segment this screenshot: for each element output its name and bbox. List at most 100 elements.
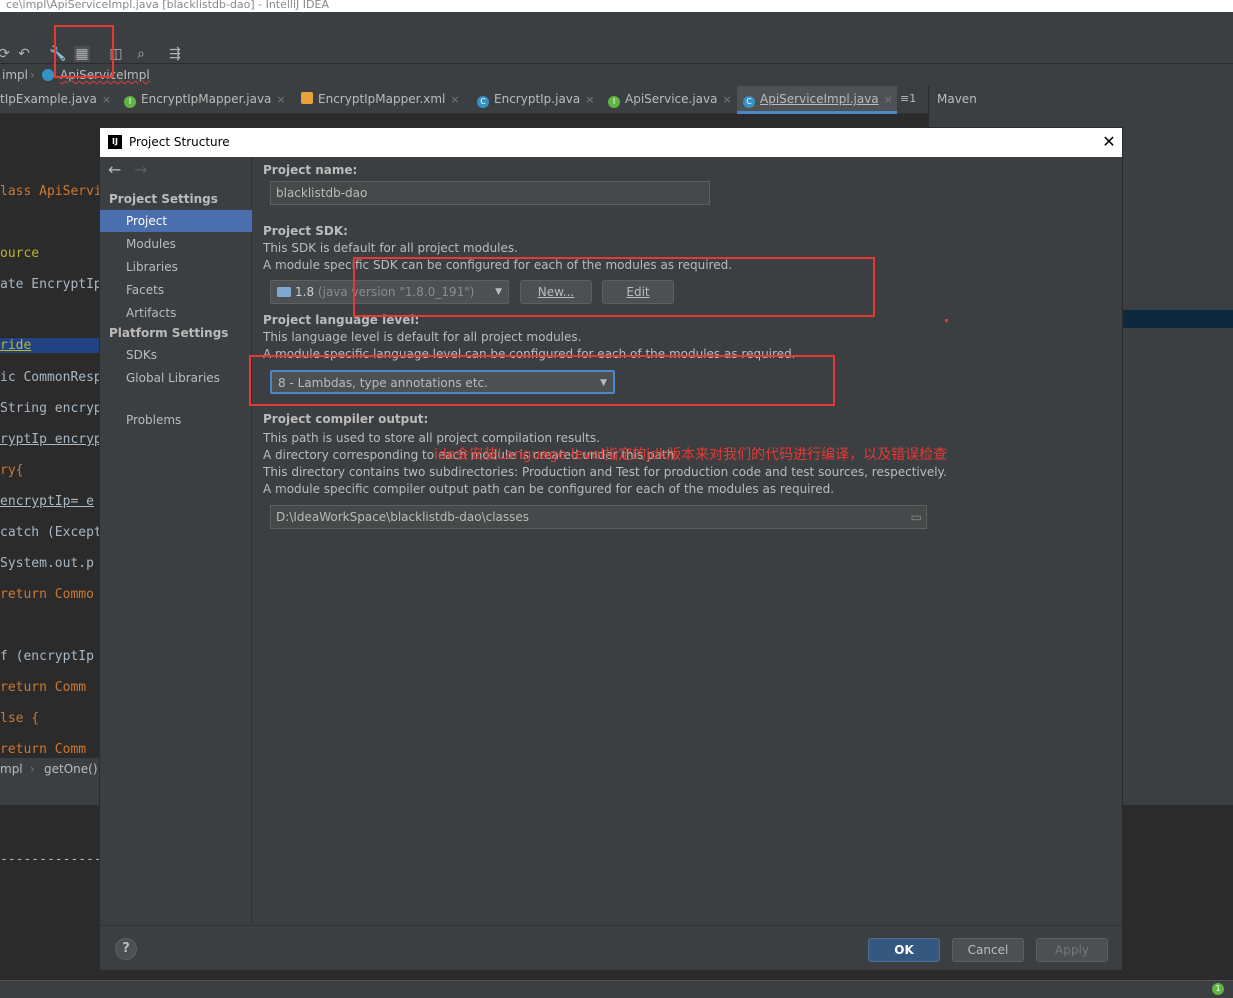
language-level-description-1: This language level is default for all p… <box>263 330 582 344</box>
dialog-content: Project name: blacklistdb-dao Project SD… <box>249 157 1122 925</box>
chevron-right-icon: › <box>30 68 35 82</box>
platform-settings-header: Platform Settings <box>109 326 229 340</box>
ok-button[interactable]: OK <box>868 938 940 962</box>
tab-encryptipmapper-xml[interactable]: EncryptIpMapper.xml × <box>301 86 467 114</box>
code-line: catch (Except <box>0 525 99 540</box>
project-structure-dialog: IJ Project Structure ✕ ← → Project Setti… <box>99 127 1123 971</box>
tab-encryptip-java[interactable]: C EncryptIp.java × <box>477 86 602 114</box>
sync-icon[interactable]: ⟳ <box>0 46 12 62</box>
code-line-highlighted: ride <box>0 338 99 353</box>
code-editor[interactable]: lass ApiServi ource ate EncryptIp ride i… <box>0 114 99 758</box>
code-line: return Comm <box>0 680 87 695</box>
tab-label: EncryptIpMapper.xml <box>318 92 446 106</box>
compiler-output-field[interactable]: D:\IdeaWorkSpace\blacklistdb-dao\classes… <box>270 505 927 529</box>
editor-tabs: tIpExample.java × I EncryptIpMapper.java × … <box>0 86 928 114</box>
sdk-version: 1.8 <box>295 285 315 299</box>
interface-icon: I <box>124 96 136 108</box>
tab-apiserviceimpl-java[interactable]: C ApiServiceImpl.java × <box>737 86 897 114</box>
compiler-output-path: D:\IdeaWorkSpace\blacklistdb-dao\classes <box>276 510 530 524</box>
code-line: ic CommonResp <box>0 370 99 385</box>
compiler-output-label: Project compiler output: <box>263 412 429 426</box>
navigation-breadcrumb: impl › ApiServiceImpl <box>0 64 1233 86</box>
close-icon[interactable]: × <box>884 93 893 106</box>
code-line: ry{ <box>0 463 24 478</box>
tab-label: ApiServiceImpl.java <box>760 92 879 106</box>
sidebar-item-libraries[interactable]: Libraries <box>100 256 252 278</box>
xml-icon <box>301 92 313 104</box>
close-icon[interactable]: × <box>102 93 111 106</box>
annotation-language-box <box>249 355 835 406</box>
annotation-dot <box>945 319 948 322</box>
code-crumb-class[interactable]: mpl <box>0 758 23 780</box>
compiler-description-4: A module specific compiler output path c… <box>263 482 835 496</box>
sidebar-item-global-libraries[interactable]: Global Libraries <box>100 367 252 389</box>
sidebar-item-sdks[interactable]: SDKs <box>100 344 252 366</box>
sidebar-item-project[interactable]: Project <box>100 210 252 232</box>
code-line: ate EncryptIp <box>0 277 99 292</box>
code-line: System.out.p <box>0 556 94 571</box>
code-line: ource <box>0 246 40 261</box>
undo-icon[interactable]: ↶ <box>16 46 32 62</box>
help-button[interactable]: ? <box>115 938 137 960</box>
code-line: ryptIp encryp <box>0 432 99 447</box>
code-crumb-method[interactable]: getOne() <box>44 758 98 780</box>
compiler-description-3: This directory contains two subdirectori… <box>263 465 947 479</box>
dialog-title-bar: IJ Project Structure ✕ <box>100 128 1122 157</box>
event-log-icon[interactable]: 1 <box>1212 983 1224 995</box>
breadcrumb-item-impl[interactable]: impl <box>2 64 28 86</box>
window-title-bar: ce\impl\ApiServiceImpl.java [blacklistdb… <box>0 0 1233 12</box>
folder-browse-icon[interactable]: ▭ <box>911 506 922 528</box>
back-arrow-icon[interactable]: ← <box>108 160 121 179</box>
tab-label: ApiService.java <box>625 92 718 106</box>
maven-panel-title: Maven <box>937 92 977 106</box>
jdk-folder-icon <box>277 287 291 297</box>
interface-icon: I <box>608 96 620 108</box>
main-toolbar: ⟳ ↶ 🔧 ▦ ◫ ⌕ ⇶ <box>0 12 1233 64</box>
code-line: encryptIp= e <box>0 494 94 509</box>
code-breadcrumb: mpl › getOne() <box>0 758 99 780</box>
sidebar-item-problems[interactable]: Problems <box>100 409 252 431</box>
chevron-right-icon: › <box>30 762 35 776</box>
close-icon[interactable]: × <box>722 93 731 106</box>
console-output: ------------- <box>0 852 102 867</box>
sidebar-item-facets[interactable]: Facets <box>100 279 252 301</box>
forward-arrow-icon[interactable]: → <box>134 160 147 179</box>
cancel-button[interactable]: Cancel <box>952 938 1024 962</box>
code-line: return Commo <box>0 587 94 602</box>
status-bar: 1 <box>0 980 1233 998</box>
tab-label: EncryptIp.java <box>494 92 581 106</box>
tab-label: tIpExample.java <box>0 92 97 106</box>
code-line: String encryp <box>0 401 99 416</box>
compiler-description-1: This path is used to store all project c… <box>263 431 600 445</box>
annotation-highlight-box <box>54 25 114 78</box>
sidebar-item-artifacts[interactable]: Artifacts <box>100 302 252 324</box>
annotation-text: ide会安装Language level指定的jdk版本来对我们的代码进行编译，… <box>434 447 948 463</box>
tab-apiservice-java[interactable]: I ApiService.java × <box>608 86 734 114</box>
sdk-description-1: This SDK is default for all project modu… <box>263 241 518 255</box>
dialog-sidebar: ← → Project Settings Project Modules Lib… <box>100 157 252 925</box>
vcs-icon[interactable]: ⇶ <box>167 46 183 62</box>
close-icon[interactable]: × <box>276 93 285 106</box>
search-icon[interactable]: ⌕ <box>133 46 149 62</box>
intellij-logo-icon: IJ <box>108 135 122 149</box>
apply-button[interactable]: Apply <box>1036 938 1108 962</box>
class-icon: C <box>743 96 755 108</box>
close-icon[interactable]: × <box>585 93 594 106</box>
tabs-overflow-button[interactable]: ≡1 <box>900 86 928 114</box>
dialog-footer: ? OK Cancel Apply <box>100 925 1122 970</box>
code-line: lse { <box>0 711 40 726</box>
annotation-sdk-box <box>353 257 875 317</box>
close-icon[interactable]: ✕ <box>1100 128 1118 156</box>
sidebar-item-modules[interactable]: Modules <box>100 233 252 255</box>
tab-label: EncryptIpMapper.java <box>141 92 272 106</box>
dialog-title: Project Structure <box>129 135 230 149</box>
close-icon[interactable]: × <box>450 93 459 106</box>
project-name-field[interactable]: blacklistdb-dao <box>270 181 710 205</box>
tabs-overflow-label: ≡1 <box>900 92 917 105</box>
project-settings-header: Project Settings <box>109 192 218 206</box>
project-sdk-label: Project SDK: <box>263 224 348 238</box>
tab-encryptipmapper-java[interactable]: I EncryptIpMapper.java × <box>124 86 290 114</box>
tab-iexample[interactable]: tIpExample.java × <box>0 86 117 114</box>
class-icon <box>42 69 54 81</box>
code-line: lass ApiServi <box>0 184 99 199</box>
